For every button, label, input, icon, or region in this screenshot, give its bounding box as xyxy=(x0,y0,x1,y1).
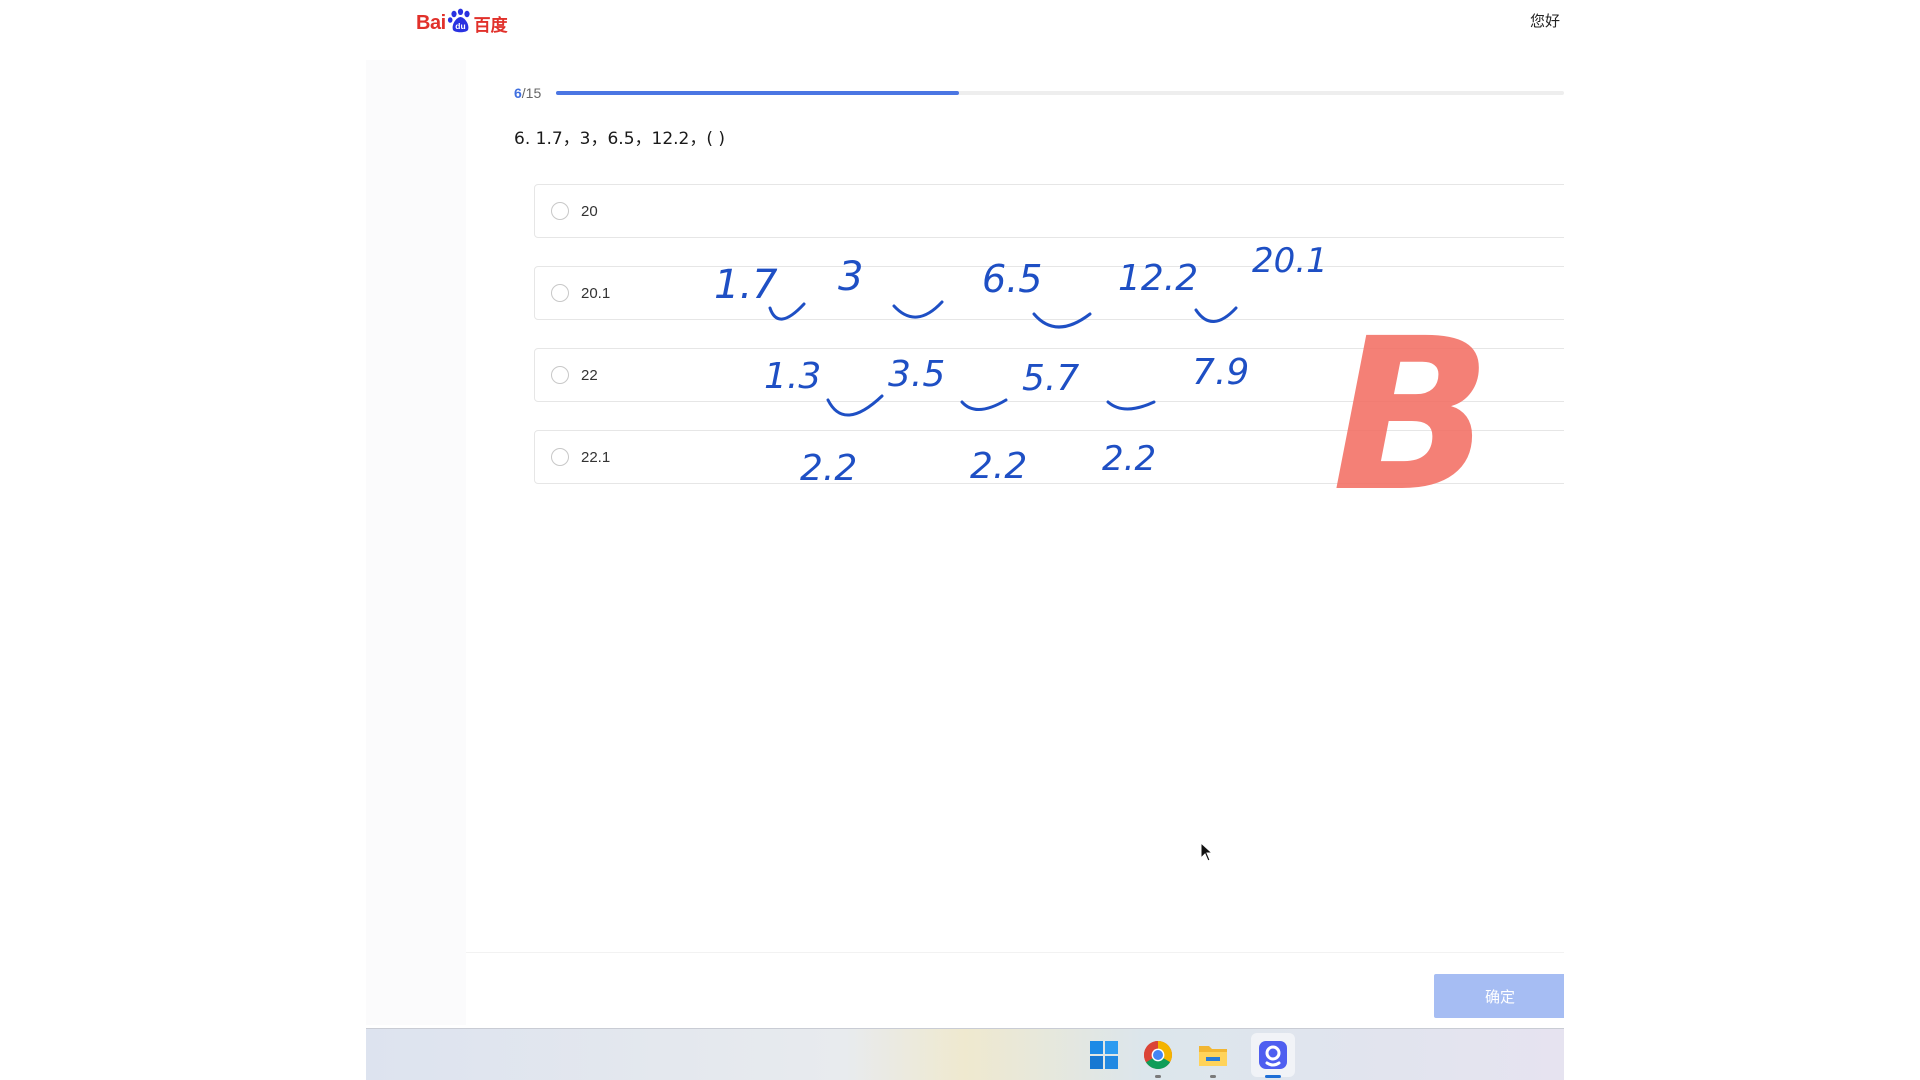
option-label: 20 xyxy=(581,202,598,220)
progress-fill xyxy=(556,91,960,95)
option-label: 22.1 xyxy=(581,448,611,466)
option-b[interactable]: 20.1 xyxy=(534,266,1564,320)
running-indicator xyxy=(1155,1075,1161,1078)
chrome-icon[interactable] xyxy=(1142,1039,1174,1078)
logo-text-left: Bai xyxy=(416,11,446,34)
progress-total: /15 xyxy=(521,85,542,101)
radio-button[interactable] xyxy=(551,284,569,302)
app-icon[interactable] xyxy=(1257,1039,1289,1078)
confirm-button[interactable]: 确定 xyxy=(1434,974,1564,1018)
mouse-cursor-icon xyxy=(1200,841,1214,867)
active-indicator xyxy=(1265,1075,1281,1078)
windows-start-icon[interactable] xyxy=(1088,1039,1120,1071)
progress-counter: 6/15 xyxy=(514,85,556,101)
footer-divider xyxy=(466,952,1564,953)
radio-button[interactable] xyxy=(551,448,569,466)
progress-track xyxy=(556,91,1564,95)
svg-text:du: du xyxy=(455,21,465,31)
screen: Bai du 百度 您好 6/15 6. 1.7，3，6.5，12.2，( ) xyxy=(366,0,1564,1080)
baidu-paw-icon: du xyxy=(447,8,473,39)
option-a[interactable]: 20 xyxy=(534,184,1564,238)
running-indicator xyxy=(1210,1075,1216,1078)
question-text: 6. 1.7，3，6.5，12.2，( ) xyxy=(514,129,726,149)
baidu-logo[interactable]: Bai du 百度 xyxy=(416,4,508,42)
option-d[interactable]: 22.1 xyxy=(534,430,1564,484)
ink-arc xyxy=(1106,400,1156,411)
ink-answer-letter: B xyxy=(1332,293,1492,538)
radio-button[interactable] xyxy=(551,202,569,220)
question-progress: 6/15 xyxy=(514,82,1564,104)
radio-button[interactable] xyxy=(551,366,569,384)
option-label: 22 xyxy=(581,366,598,384)
taskbar xyxy=(366,1028,1564,1080)
logo-text-right: 百度 xyxy=(473,15,508,36)
header: Bai du 百度 您好 xyxy=(366,0,1564,60)
file-explorer-icon[interactable] xyxy=(1197,1039,1229,1078)
user-greeting[interactable]: 您好 xyxy=(1530,10,1560,31)
progress-current: 6 xyxy=(514,85,522,101)
handwriting-overlay: 1.7 3 6.5 12.2 20.1 1.3 3.5 5.7 7.9 2.2 … xyxy=(714,241,1492,538)
left-margin xyxy=(366,60,466,1025)
option-c[interactable]: 22 xyxy=(534,348,1564,402)
option-label: 20.1 xyxy=(581,284,611,302)
